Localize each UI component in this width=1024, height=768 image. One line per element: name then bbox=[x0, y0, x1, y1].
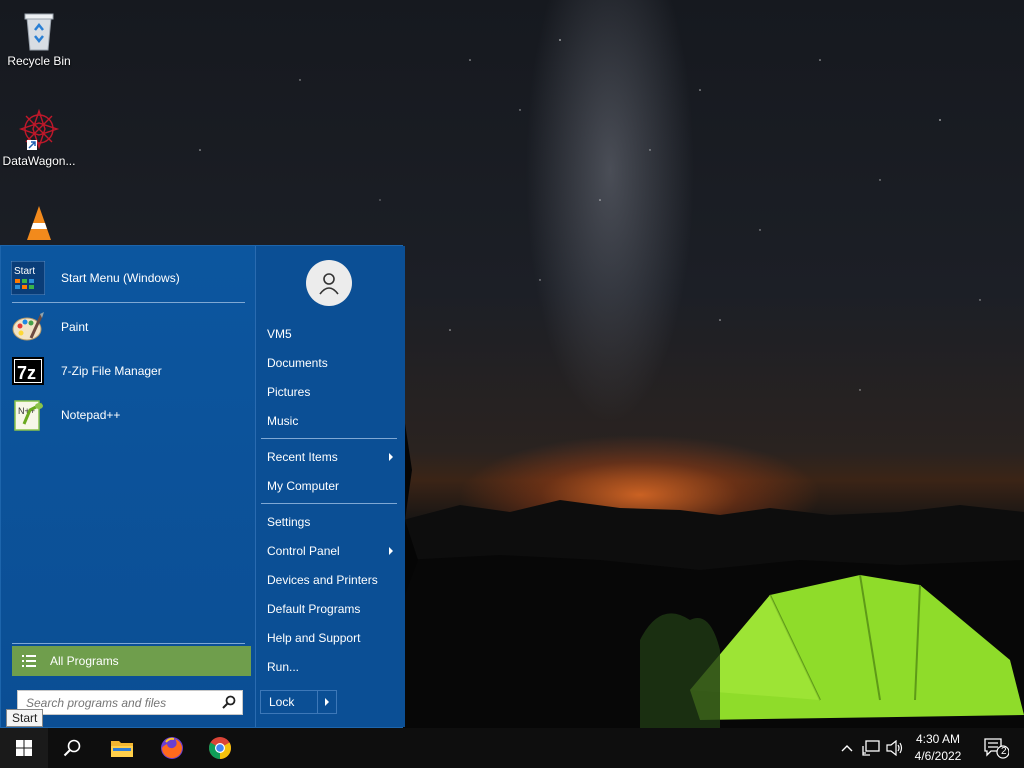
datawagon-icon bbox=[18, 108, 60, 150]
desktop-icon-label: Recycle Bin bbox=[7, 54, 71, 68]
volume-control[interactable] bbox=[884, 728, 906, 768]
place-control-panel[interactable]: Control Panel bbox=[267, 544, 340, 558]
place-my-computer[interactable]: My Computer bbox=[267, 479, 339, 493]
submenu-arrow-icon bbox=[389, 547, 393, 555]
lock-button-group: Lock bbox=[260, 690, 337, 714]
program-start-menu-windows[interactable]: Start Start Menu (Windows) bbox=[9, 258, 247, 298]
place-user-folder[interactable]: VM5 bbox=[267, 327, 292, 341]
user-icon bbox=[319, 273, 339, 295]
lock-button[interactable]: Lock bbox=[261, 691, 318, 713]
start-tooltip: Start bbox=[6, 709, 44, 727]
place-help-support[interactable]: Help and Support bbox=[267, 631, 360, 645]
chrome-icon bbox=[209, 737, 231, 759]
recycle-bin-icon bbox=[24, 13, 54, 51]
programs-separator bbox=[12, 302, 245, 303]
place-default-programs[interactable]: Default Programs bbox=[267, 602, 360, 616]
speaker-icon bbox=[886, 740, 903, 756]
start-menu-places-pane: VM5 Documents Pictures Music Recent Item… bbox=[255, 246, 405, 727]
paint-icon bbox=[9, 308, 47, 346]
start-button[interactable] bbox=[0, 728, 48, 768]
all-programs-button[interactable]: All Programs bbox=[12, 646, 251, 676]
programs-separator bbox=[12, 643, 245, 644]
program-7zip[interactable]: 7z 7-Zip File Manager bbox=[9, 351, 247, 391]
search-icon bbox=[63, 739, 81, 757]
program-notepadpp[interactable]: N++ Notepad++ bbox=[9, 395, 247, 435]
notepadpp-icon: N++ bbox=[9, 396, 47, 434]
place-run[interactable]: Run... bbox=[267, 660, 299, 674]
shutdown-options-button[interactable] bbox=[318, 691, 336, 713]
7zip-icon: 7z bbox=[9, 352, 47, 390]
vlc-icon bbox=[27, 206, 51, 240]
place-music[interactable]: Music bbox=[267, 414, 298, 428]
place-devices-printers[interactable]: Devices and Printers bbox=[267, 573, 378, 587]
taskbar-chrome[interactable] bbox=[196, 728, 244, 768]
search-input[interactable] bbox=[24, 691, 218, 714]
program-label: Notepad++ bbox=[61, 408, 121, 422]
places-separator bbox=[261, 503, 397, 504]
place-documents[interactable]: Documents bbox=[267, 356, 328, 370]
list-icon bbox=[22, 655, 36, 667]
show-hidden-icons-button[interactable] bbox=[838, 728, 856, 768]
start-menu-programs-pane: Start Start Menu (Windows) Paint 7z 7-Zi… bbox=[1, 246, 255, 727]
clock-date: 4/6/2022 bbox=[914, 749, 962, 763]
start-menu: Start Start Menu (Windows) Paint 7z 7-Zi… bbox=[0, 245, 405, 728]
clock-time: 4:30 AM bbox=[915, 732, 961, 746]
chevron-up-icon bbox=[841, 745, 853, 752]
desktop-icon-vlc[interactable] bbox=[1, 204, 77, 244]
windows-logo-icon bbox=[16, 740, 32, 756]
taskbar: 4:30 AM 4/6/2022 2 bbox=[0, 728, 1024, 768]
place-recent-items[interactable]: Recent Items bbox=[267, 450, 338, 464]
program-paint[interactable]: Paint bbox=[9, 307, 247, 347]
taskbar-search-button[interactable] bbox=[48, 728, 96, 768]
desktop-icon-datawagon[interactable]: DataWagon... bbox=[1, 106, 77, 168]
network-icon bbox=[862, 740, 880, 756]
start-menu-app-icon: Start bbox=[9, 259, 47, 297]
action-center-button[interactable]: 2 bbox=[976, 728, 1016, 768]
taskbar-clock[interactable]: 4:30 AM 4/6/2022 bbox=[906, 731, 970, 765]
place-pictures[interactable]: Pictures bbox=[267, 385, 310, 399]
user-avatar[interactable] bbox=[306, 260, 352, 306]
desktop-icon-label: DataWagon... bbox=[2, 154, 76, 168]
network-status[interactable] bbox=[860, 728, 882, 768]
places-separator bbox=[261, 438, 397, 439]
svg-text:Start: Start bbox=[14, 266, 35, 277]
svg-text:7z: 7z bbox=[17, 363, 36, 383]
search-box[interactable] bbox=[17, 690, 243, 715]
place-settings[interactable]: Settings bbox=[267, 515, 310, 529]
firefox-icon bbox=[161, 737, 183, 759]
desktop-icon-recycle-bin[interactable]: Recycle Bin bbox=[1, 8, 77, 68]
program-label: Start Menu (Windows) bbox=[61, 271, 180, 285]
search-icon bbox=[222, 695, 236, 709]
program-label: 7-Zip File Manager bbox=[61, 364, 162, 378]
folder-icon bbox=[111, 741, 133, 757]
notification-count-badge: 2 bbox=[1001, 746, 1007, 757]
all-programs-label: All Programs bbox=[50, 654, 119, 668]
program-label: Paint bbox=[61, 320, 89, 334]
taskbar-file-explorer[interactable] bbox=[98, 728, 146, 768]
submenu-arrow-icon bbox=[389, 453, 393, 461]
chevron-right-icon bbox=[325, 698, 329, 706]
taskbar-firefox[interactable] bbox=[148, 728, 196, 768]
